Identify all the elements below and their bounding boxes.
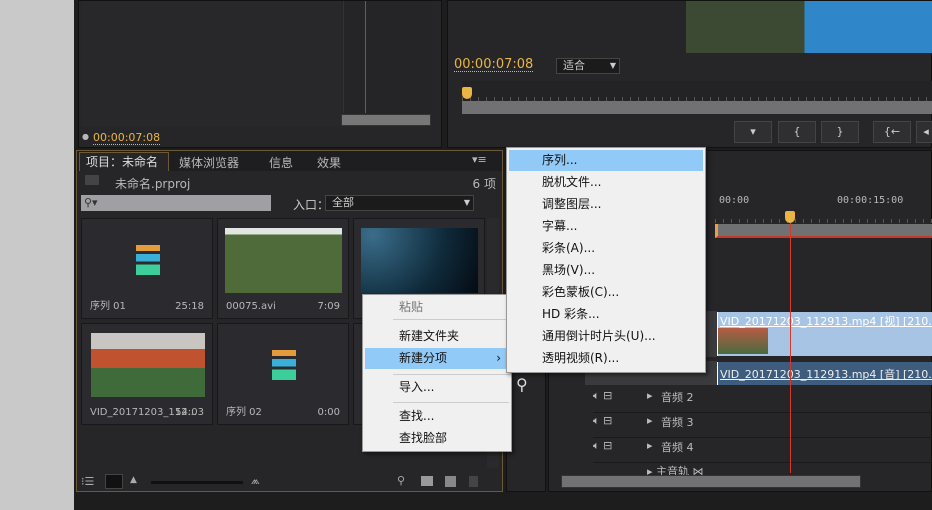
playhead-line [365,1,366,113]
horizontal-scrollbar[interactable] [561,475,861,488]
zoom-scrollbar[interactable] [462,101,932,114]
chevron-down-icon: ▼ [463,198,470,207]
folder-icon [85,175,99,185]
chevron-down-icon: ▼ [609,61,616,70]
tab-bar: 项目：未命名 × 媒体浏览器 信息 效果 ▾≡ [77,151,502,187]
zoom-slider[interactable] [151,481,243,484]
item-count: 6 项 [472,177,496,191]
new-item-submenu: 序列... 脱机文件... 调整图层... 字幕... 彩条(A)... 黑场(… [506,147,706,373]
zoom-select[interactable]: 适合 ▼ [556,58,620,74]
entry-label: 入口： [293,198,330,212]
bottom-toolbar: ⁝☰ ▲ ⩕ ⚲ [77,473,502,491]
entry-select[interactable]: 全部 ▼ [325,195,474,211]
menu-item-hd-bars[interactable]: HD 彩条... [509,304,703,325]
work-area-bar[interactable] [715,224,932,238]
menu-item-black-video[interactable]: 黑场(V)... [509,260,703,281]
desktop-strip [0,0,74,510]
tab-project[interactable]: 项目：未命名 × [79,152,169,187]
zoom-tool-icon[interactable]: ⚲ [516,375,528,394]
chevron-right-icon: › [496,351,501,365]
menu-item-new-item[interactable]: 新建分项 › [365,348,509,369]
project-item[interactable]: 序列 02 0:00 [217,323,349,425]
thumbnail [91,333,205,397]
expand-icon[interactable]: ▸ [647,439,653,452]
time-ruler[interactable] [462,81,932,101]
find-icon[interactable]: ⚲ [397,474,405,487]
context-menu: 粘贴 新建文件夹 新建分项 › 导入... 查找... 查找脸部 [362,294,512,452]
new-bin-icon[interactable] [421,476,433,486]
thumbnail [225,228,342,293]
source-monitor: ● 00:00:07:08 [78,0,442,148]
project-item[interactable]: 00075.avi 7:09 [217,218,349,319]
audio-track-2: 🔈︎ ⊟ ▸ 音频 2 [593,389,932,413]
marker-icon: ● [82,132,89,141]
speaker-icon[interactable]: 🔈︎ ⊟ [593,439,612,452]
menu-item-offline-file[interactable]: 脱机文件... [509,172,703,193]
expand-icon[interactable]: ▸ [647,389,653,402]
thumbnail [361,228,478,293]
menu-item-sequence[interactable]: 序列... [509,150,703,171]
video-preview [686,1,932,53]
menu-item-bars-tone[interactable]: 彩条(A)... [509,238,703,259]
search-input[interactable]: ⚲▾ [81,195,271,211]
scrollbar[interactable] [341,114,431,126]
menu-item-adjustment-layer[interactable]: 调整图层... [509,194,703,215]
menu-item-paste[interactable]: 粘贴 [365,297,509,318]
tab-media-browser[interactable]: 媒体浏览器 [179,154,239,171]
time-ruler[interactable] [715,211,932,223]
mark-in-button[interactable]: { [778,121,816,143]
project-file: 未命名.prproj [115,177,191,191]
program-timecode[interactable]: 00:00:07:08 [454,58,534,72]
video-clip[interactable]: VID_20171203_112913.mp4 [视] [210.41%] [717,312,932,356]
menu-item-transparent-video[interactable]: 透明视频(R)... [509,348,703,369]
menu-item-title[interactable]: 字幕... [509,216,703,237]
menu-item-new-folder[interactable]: 新建文件夹 [365,326,509,347]
ruler-label: 00:00 [719,195,750,206]
zoom-in-icon[interactable]: ⩕ [251,474,260,488]
mark-out-button[interactable]: } [821,121,859,143]
program-monitor: 00:00:07:08 适合 ▼ ▾ { } {← ◂ [447,0,932,148]
icon-view-icon[interactable] [105,474,123,489]
delete-icon[interactable] [469,476,478,487]
menu-item-find-faces[interactable]: 查找脸部 [365,428,509,449]
audio-track-4: 🔈︎ ⊟ ▸ 音频 4 [593,439,932,463]
speaker-icon[interactable]: 🔈︎ ⊟ [593,414,612,427]
panel-menu-icon[interactable]: ▾≡ [472,153,487,166]
add-marker-button[interactable]: ▾ [734,121,772,143]
speaker-icon[interactable]: 🔈︎ ⊟ [593,389,612,402]
playhead-marker[interactable] [785,211,795,223]
tab-effects[interactable]: 效果 [317,154,341,171]
project-item[interactable]: 序列 01 25:18 [81,218,213,319]
playhead-marker[interactable] [462,87,472,99]
source-timecode[interactable]: 00:00:07:08 [93,131,161,145]
menu-item-find[interactable]: 查找... [365,406,509,427]
project-item[interactable]: VID_20171203_112... 54:03 [81,323,213,425]
menu-item-import[interactable]: 导入... [365,377,509,398]
zoom-out-icon[interactable]: ▲ [130,475,137,485]
audio-clip[interactable]: VID_20171203_112913.mp4 [音] [210.41%] [717,362,932,385]
go-to-in-button[interactable]: {← [873,121,911,143]
menu-item-countdown-leader[interactable]: 通用倒计时片头(U)... [509,326,703,347]
sequence-icon [272,350,296,380]
list-view-icon[interactable]: ⁝☰ [81,475,94,488]
ruler-label: 00:00:15:00 [837,195,904,206]
expand-icon[interactable]: ▸ [647,414,653,427]
tab-info[interactable]: 信息 [269,154,293,171]
step-back-button[interactable]: ◂ [916,121,932,143]
clip-thumbnail [718,328,768,354]
audio-track-3: 🔈︎ ⊟ ▸ 音频 3 [593,414,932,438]
new-item-icon[interactable] [445,476,456,487]
playhead-line [790,223,791,473]
sequence-icon [136,245,160,275]
menu-item-color-matte[interactable]: 彩色蒙板(C)... [509,282,703,303]
